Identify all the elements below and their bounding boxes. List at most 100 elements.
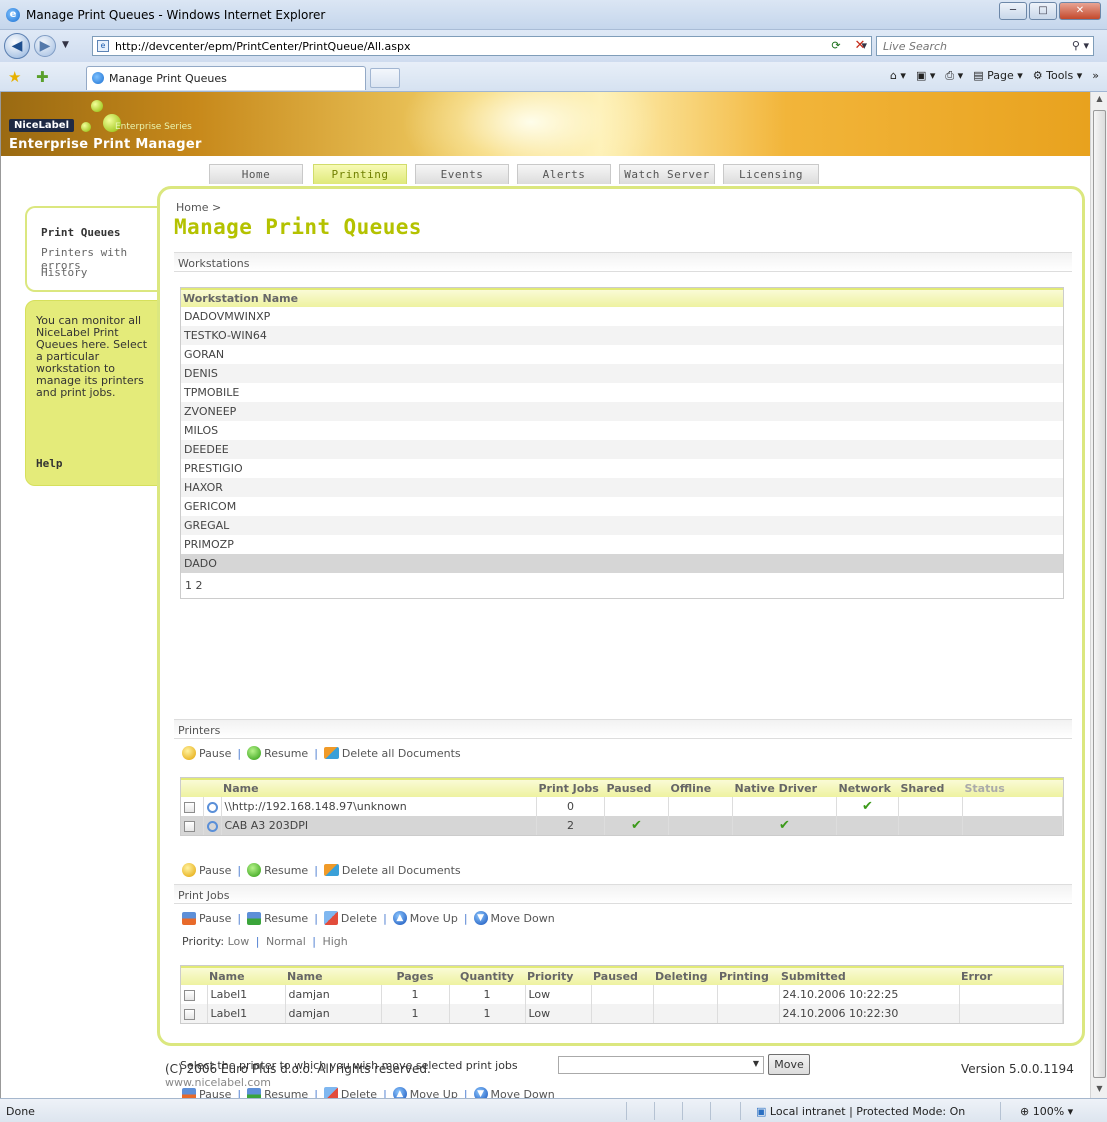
move-button[interactable]: Move: [768, 1054, 810, 1075]
printers-col-network[interactable]: Network: [836, 778, 899, 797]
workstation-row[interactable]: DADOVMWINXP: [181, 307, 1063, 326]
printers-col-name[interactable]: Name: [221, 778, 537, 797]
print-icon[interactable]: ⎙ ▾: [945, 69, 963, 83]
url-field[interactable]: e http://devcenter/epm/PrintCenter/Print…: [92, 36, 872, 56]
workstation-name[interactable]: GREGAL: [181, 516, 1063, 535]
workstation-name[interactable]: PRIMOZP: [181, 535, 1063, 554]
jobs-col-document-name[interactable]: Name: [207, 966, 285, 985]
back-button[interactable]: ◀: [4, 33, 30, 59]
job-row[interactable]: Label1 damjan 1 1 Low 24.10.2006 10:22:25: [181, 985, 1063, 1004]
workstation-row[interactable]: GORAN: [181, 345, 1063, 364]
jobs-move-down-link[interactable]: Move Down: [491, 912, 555, 925]
workstation-name[interactable]: GERICOM: [181, 497, 1063, 516]
printer-select-cell[interactable]: [181, 816, 204, 835]
sidebar-item-history[interactable]: History: [41, 266, 87, 279]
jobs-col-printing[interactable]: Printing: [717, 966, 779, 985]
jobs-col-deleting[interactable]: Deleting: [653, 966, 717, 985]
printers-delete-all-link-bottom[interactable]: Delete all Documents: [342, 864, 461, 877]
jobs-col-priority[interactable]: Priority: [525, 966, 591, 985]
printers-col-print-jobs[interactable]: Print Jobs: [536, 778, 605, 797]
jobs-col-error[interactable]: Error: [959, 966, 1063, 985]
workstation-row[interactable]: MILOS: [181, 421, 1063, 440]
scroll-thumb[interactable]: [1093, 110, 1106, 1078]
priority-normal-link[interactable]: Normal: [266, 935, 306, 948]
workstation-row[interactable]: TESTKO-WIN64: [181, 326, 1063, 345]
printers-pause-link-bottom[interactable]: Pause: [199, 864, 231, 877]
tab-licensing[interactable]: Licensing: [723, 164, 819, 184]
workstation-name[interactable]: PRESTIGIO: [181, 459, 1063, 478]
jobs-col-submitted[interactable]: Submitted: [779, 966, 959, 985]
workstation-name-header[interactable]: Workstation Name: [181, 288, 1063, 307]
jobs-move-up-link[interactable]: Move Up: [410, 912, 458, 925]
stop-icon[interactable]: ✕: [850, 36, 870, 56]
workstation-row[interactable]: DEEDEE: [181, 440, 1063, 459]
workstation-name[interactable]: MILOS: [181, 421, 1063, 440]
vertical-scrollbar[interactable]: ▲ ▼: [1090, 92, 1107, 1098]
workstation-row[interactable]: ZVONEEP: [181, 402, 1063, 421]
printers-col-paused[interactable]: Paused: [604, 778, 669, 797]
workstation-row[interactable]: TPMOBILE: [181, 383, 1063, 402]
magnifier-icon[interactable]: [206, 801, 218, 813]
printers-resume-link[interactable]: Resume: [264, 747, 308, 760]
printer-row[interactable]: \\http://192.168.148.97\unknown 0 ✔: [181, 797, 1063, 816]
minimize-icon[interactable]: ─: [999, 2, 1027, 20]
jobs-move-down-link-bottom[interactable]: Move Down: [491, 1088, 555, 1099]
jobs-resume-link-bottom[interactable]: Resume: [264, 1088, 308, 1099]
workstation-name[interactable]: DADOVMWINXP: [181, 307, 1063, 326]
jobs-col-quantity[interactable]: Quantity: [449, 966, 525, 985]
browser-tab-active[interactable]: Manage Print Queues: [86, 66, 366, 90]
printer-details-cell[interactable]: [203, 816, 222, 835]
printer-checkbox[interactable]: [184, 801, 195, 813]
workstation-row[interactable]: PRESTIGIO: [181, 459, 1063, 478]
tools-menu[interactable]: ⚙ Tools ▾: [1033, 69, 1083, 83]
workstation-name[interactable]: TESTKO-WIN64: [181, 326, 1063, 345]
website-link[interactable]: www.nicelabel.com: [165, 1076, 431, 1089]
printers-col-status[interactable]: Status: [962, 778, 1063, 797]
workstation-row[interactable]: GERICOM: [181, 497, 1063, 516]
job-select-cell[interactable]: [181, 985, 208, 1004]
workstation-name[interactable]: GORAN: [181, 345, 1063, 364]
jobs-col-pages[interactable]: Pages: [381, 966, 449, 985]
workstation-row[interactable]: DENIS: [181, 364, 1063, 383]
add-favorites-icon[interactable]: ✚: [36, 68, 49, 86]
printers-col-offline[interactable]: Offline: [668, 778, 733, 797]
priority-high-link[interactable]: High: [322, 935, 347, 948]
workstation-name[interactable]: DEEDEE: [181, 440, 1063, 459]
workstation-name[interactable]: HAXOR: [181, 478, 1063, 497]
jobs-delete-link-bottom[interactable]: Delete: [341, 1088, 377, 1099]
tab-events[interactable]: Events: [415, 164, 509, 184]
tab-watch-server[interactable]: Watch Server: [619, 164, 715, 184]
workstation-row[interactable]: GREGAL: [181, 516, 1063, 535]
workstation-row[interactable]: PRIMOZP: [181, 535, 1063, 554]
feeds-icon[interactable]: ▣ ▾: [916, 69, 935, 83]
new-tab-button[interactable]: [370, 68, 400, 88]
workstation-name[interactable]: DADO: [181, 554, 1063, 573]
job-checkbox[interactable]: [184, 989, 195, 1001]
refresh-icon[interactable]: ⟳: [826, 36, 846, 56]
search-input[interactable]: [877, 37, 1057, 55]
scroll-up-icon[interactable]: ▲: [1094, 94, 1105, 106]
close-icon[interactable]: ✕: [1059, 2, 1101, 20]
target-printer-select[interactable]: ▼: [558, 1056, 764, 1074]
printer-details-cell[interactable]: [203, 797, 222, 816]
zoom-level[interactable]: ⊕ 100% ▾: [1020, 1105, 1073, 1118]
jobs-pause-link[interactable]: Pause: [199, 912, 231, 925]
printer-row[interactable]: CAB A3 203DPI 2 ✔ ✔: [181, 816, 1063, 835]
jobs-resume-link[interactable]: Resume: [264, 912, 308, 925]
tab-home[interactable]: Home: [209, 164, 303, 184]
printers-resume-link-bottom[interactable]: Resume: [264, 864, 308, 877]
printers-col-native-driver[interactable]: Native Driver: [732, 778, 837, 797]
jobs-delete-link[interactable]: Delete: [341, 912, 377, 925]
jobs-col-user-name[interactable]: Name: [285, 966, 381, 985]
priority-low-link[interactable]: Low: [228, 935, 250, 948]
favorites-star-icon[interactable]: ★: [8, 68, 21, 86]
jobs-pause-link-bottom[interactable]: Pause: [199, 1088, 231, 1099]
breadcrumb[interactable]: Home >: [176, 201, 221, 214]
tab-printing[interactable]: Printing: [313, 164, 407, 184]
job-select-cell[interactable]: [181, 1004, 208, 1023]
workstation-row[interactable]: HAXOR: [181, 478, 1063, 497]
scroll-down-icon[interactable]: ▼: [1094, 1084, 1105, 1096]
jobs-col-paused[interactable]: Paused: [591, 966, 653, 985]
workstation-name[interactable]: ZVONEEP: [181, 402, 1063, 421]
workstation-row[interactable]: DADO: [181, 554, 1063, 573]
